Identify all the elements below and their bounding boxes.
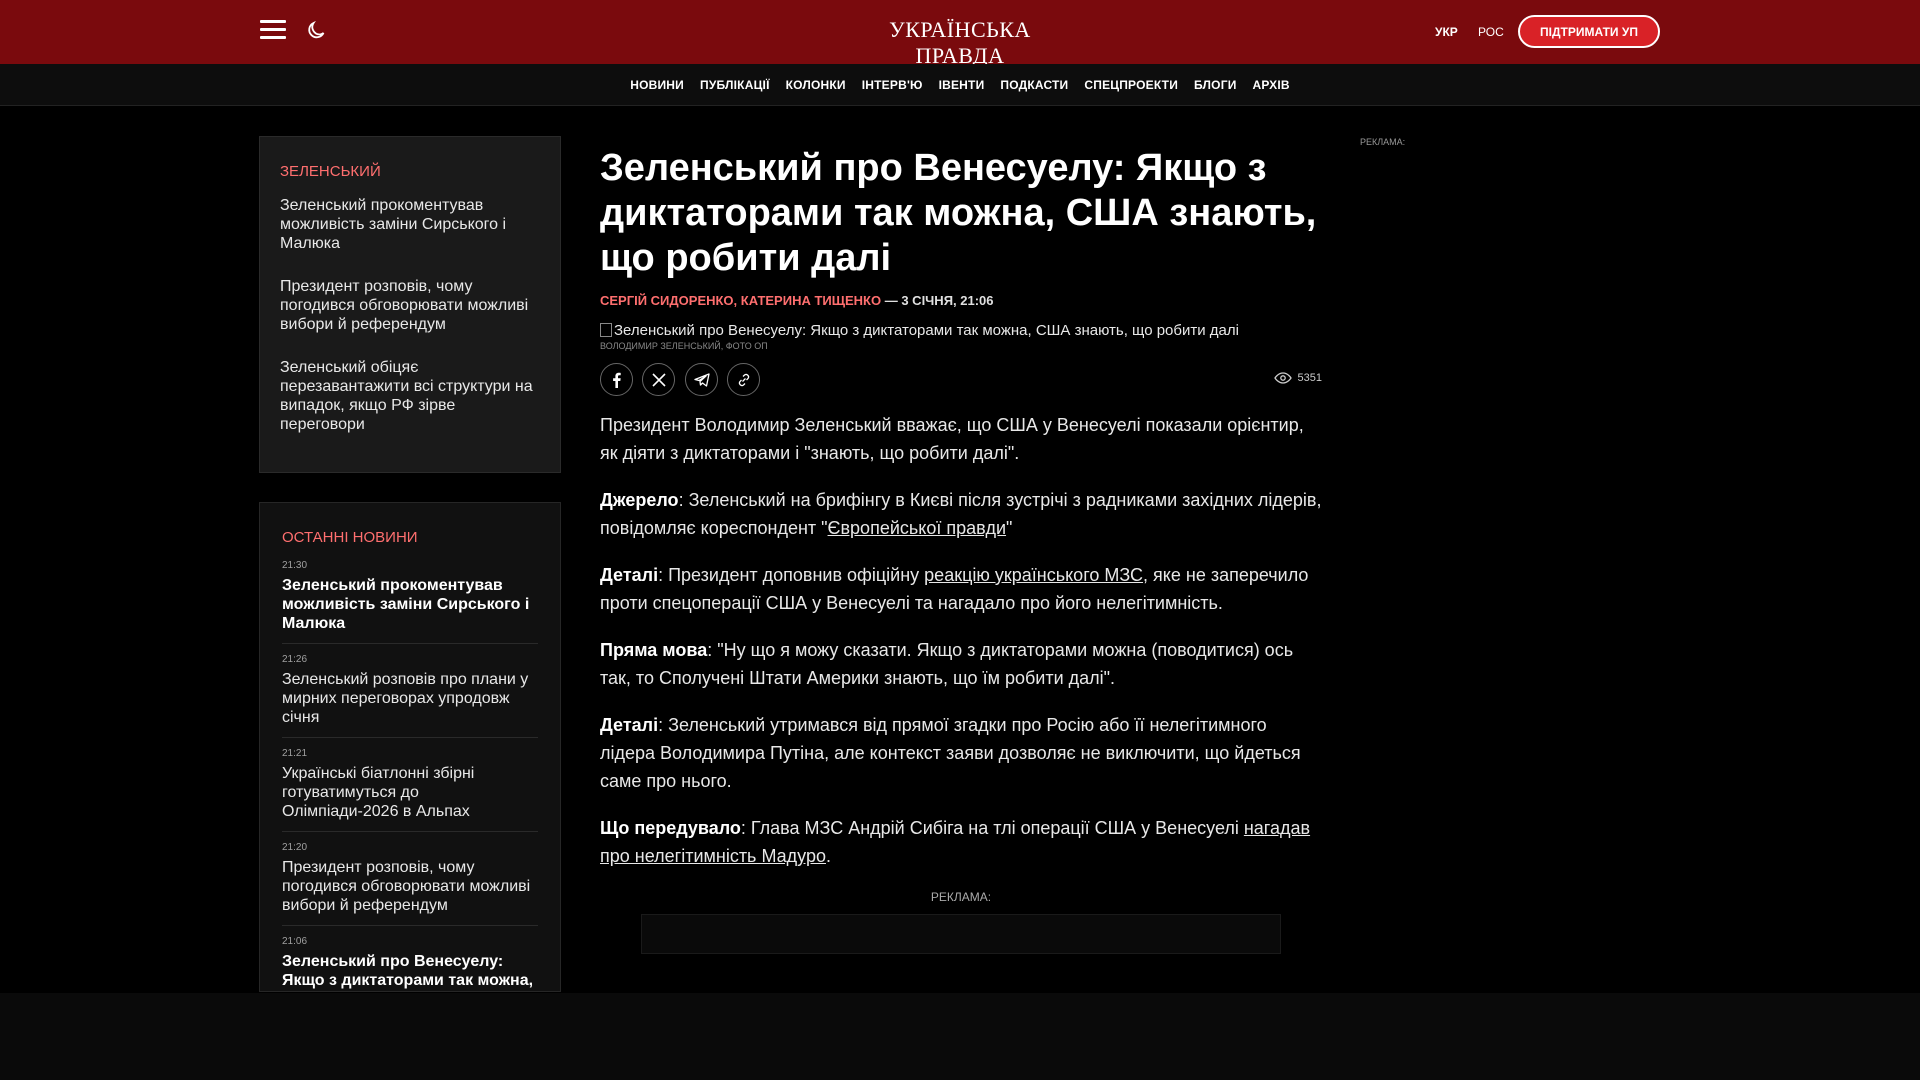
label-background: Що передувало <box>600 818 741 838</box>
news-time: 21:26 <box>282 654 308 665</box>
site-header: УКРАЇНСЬКА ПРАВДА УКР РОС ПІДТРИМАТИ УП <box>0 0 1920 68</box>
paragraph-lead: Президент Володимир Зеленський вважає, щ… <box>600 415 1304 463</box>
news-item[interactable]: 21:21 Українські біатлонні збірні готува… <box>282 748 538 832</box>
nav-item-blogs[interactable]: БЛОГИ <box>1194 78 1237 92</box>
dark-mode-moon-icon[interactable] <box>304 18 330 44</box>
news-time: 21:21 <box>282 748 308 759</box>
paragraph-background: Що передувало: Глава МЗС Андрій Сибіга н… <box>600 814 1322 870</box>
site-logo[interactable]: УКРАЇНСЬКА ПРАВДА <box>860 17 1060 69</box>
article-title: Зеленський про Венесуелу: Якщо з диктато… <box>600 147 1317 279</box>
news-title[interactable]: Президент розповів, чому погодився обгов… <box>282 858 538 915</box>
ad-label: РЕКЛАМА: <box>930 890 992 904</box>
news-title[interactable]: Зеленський розповів про плани у мирних п… <box>282 670 538 727</box>
hamburger-menu-icon[interactable] <box>260 20 286 42</box>
nav-item-special-projects[interactable]: СПЕЦПРОЕКТИ <box>1084 78 1178 92</box>
nav-item-columns[interactable]: КОЛОНКИ <box>786 78 846 92</box>
copy-link-icon[interactable] <box>727 363 761 396</box>
image-caption: ВОЛОДИМИР ЗЕЛЕНСЬКИЙ, ФОТО ОП <box>600 341 768 351</box>
lang-ros-link[interactable]: РОС <box>1478 25 1504 39</box>
news-time: 21:30 <box>282 560 308 571</box>
nav-item-news[interactable]: НОВИНИ <box>630 78 684 92</box>
paragraph-text: : Президент доповнив офіційну <box>658 565 925 585</box>
news-item[interactable]: 21:20 Президент розповів, чому погодився… <box>282 842 538 926</box>
article-image: Зеленський про Венесуелу: Якщо з диктато… <box>600 322 1322 339</box>
nav-item-podcasts[interactable]: ПОДКАСТИ <box>1000 78 1068 92</box>
nav-item-events[interactable]: ІВЕНТИ <box>939 78 985 92</box>
facebook-share-icon[interactable] <box>600 363 633 396</box>
news-title[interactable]: Зеленський прокоментував можливість замі… <box>282 576 538 633</box>
paragraph-text: : Глава МЗС Андрій Сибіга на тлі операці… <box>740 818 1244 838</box>
paragraph-details-2: Деталі: Зеленський утримався від прямої … <box>600 711 1322 795</box>
news-title[interactable]: Українські біатлонні збірні готуватимуть… <box>282 764 538 821</box>
news-item[interactable]: 21:06 Зеленський про Венесуелу: Якщо з д… <box>282 936 538 991</box>
article-date: — 3 СІЧНЯ, 21:06 <box>881 293 994 308</box>
bottom-overlay <box>0 993 1920 1080</box>
news-item[interactable]: 21:30 Зеленський прокоментував можливіст… <box>282 560 538 644</box>
related-link[interactable]: Зеленський прокоментував можливість замі… <box>280 196 540 253</box>
article-byline: СЕРГІЙ СИДОРЕНКО, КАТЕРИНА ТИЩЕНКО — 3 С… <box>600 293 1322 308</box>
news-time: 21:06 <box>282 936 308 947</box>
paragraph-source: Джерело: Зеленський на брифінгу в Києві … <box>600 486 1322 542</box>
label-details: Деталі <box>600 565 659 585</box>
news-title[interactable]: Зеленський про Венесуелу: Якщо з диктато… <box>282 952 538 991</box>
mfa-reaction-link[interactable]: реакцію українського МЗС <box>924 565 1143 585</box>
main-nav: НОВИНИ ПУБЛІКАЦІЇ КОЛОНКИ ІНТЕРВ'Ю ІВЕНТ… <box>0 64 1920 106</box>
ad-block[interactable] <box>641 914 1281 954</box>
telegram-share-icon[interactable] <box>684 363 718 396</box>
latest-news-heading[interactable]: ОСТАННІ НОВИНИ <box>282 529 538 546</box>
paragraph-details: Деталі: Президент доповнив офіційну реак… <box>600 561 1322 617</box>
views-counter: 5351 <box>1273 372 1322 384</box>
eurointegration-link[interactable]: Європейської правди <box>828 518 1007 538</box>
paragraph-quote: Пряма мова: "Ну що я можу сказати. Якщо … <box>600 636 1322 692</box>
related-topic-box: ЗЕЛЕНСЬКИЙ Зеленський прокоментував можл… <box>259 136 561 473</box>
article: Зеленський про Венесуелу: Якщо з диктато… <box>600 146 1322 954</box>
views-count: 5351 <box>1297 372 1322 384</box>
paragraph-text: : Зеленський утримався від прямої згадки… <box>600 715 1301 791</box>
nav-item-archive[interactable]: АРХІВ <box>1253 78 1290 92</box>
nav-item-interviews[interactable]: ІНТЕРВ'Ю <box>862 78 923 92</box>
paragraph-text: " <box>1006 518 1013 538</box>
related-link[interactable]: Президент розповів, чому погодився обгов… <box>280 277 540 334</box>
label-details: Деталі <box>600 715 659 735</box>
related-link[interactable]: Зеленський обіцяє перезавантажити всі ст… <box>280 358 540 434</box>
article-image-alt: Зеленський про Венесуелу: Якщо з диктато… <box>614 322 1239 339</box>
label-quote: Пряма мова <box>600 640 708 660</box>
news-item[interactable]: 21:26 Зеленський розповів про плани у ми… <box>282 654 538 738</box>
broken-image-icon <box>600 323 612 337</box>
nav-item-publications[interactable]: ПУБЛІКАЦІЇ <box>700 78 770 92</box>
x-share-icon[interactable] <box>642 363 676 396</box>
label-source: Джерело <box>600 490 679 510</box>
article-authors[interactable]: СЕРГІЙ СИДОРЕНКО, КАТЕРИНА ТИЩЕНКО <box>600 293 881 308</box>
support-button[interactable]: ПІДТРИМАТИ УП <box>1518 15 1660 48</box>
news-time: 21:20 <box>282 842 308 853</box>
share-row: 5351 <box>600 363 1322 397</box>
latest-news-box: ОСТАННІ НОВИНИ 21:30 Зеленський прокомен… <box>259 502 561 992</box>
paragraph-text: . <box>825 846 831 866</box>
topic-tag-link[interactable]: ЗЕЛЕНСЬКИЙ <box>280 163 540 180</box>
eye-icon <box>1273 372 1292 384</box>
lang-ukr-link[interactable]: УКР <box>1435 25 1458 39</box>
right-ad-label: РЕКЛАМА: <box>1360 137 1406 147</box>
